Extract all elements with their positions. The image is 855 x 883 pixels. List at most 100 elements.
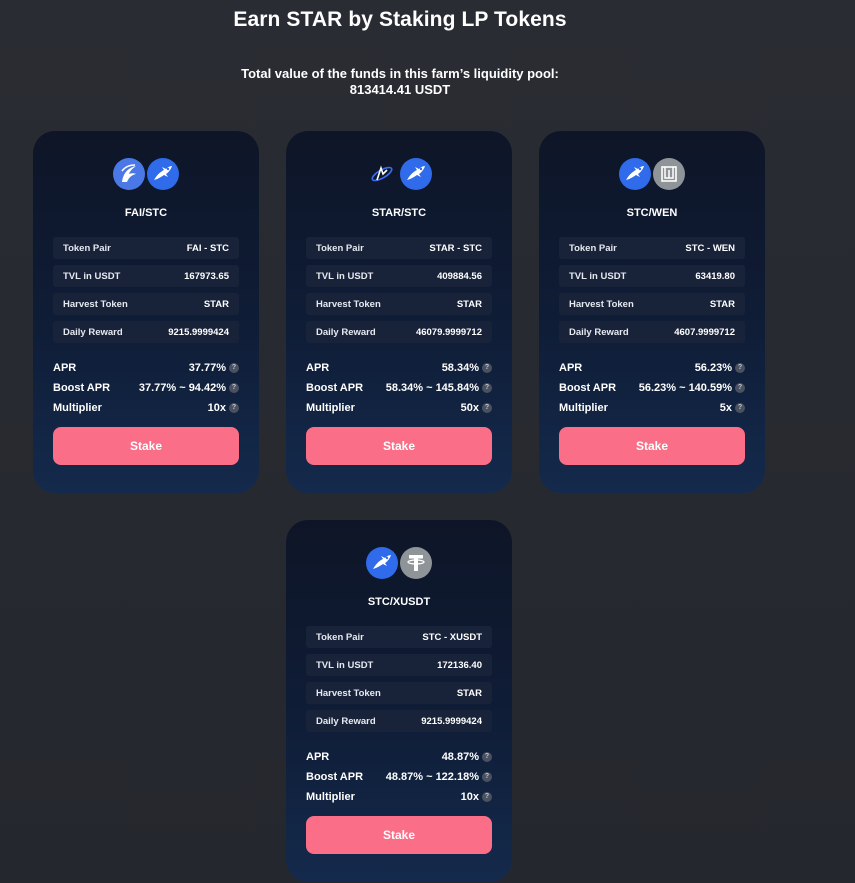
multiplier-value-group: 10x? bbox=[208, 402, 239, 414]
multiplier-value-group: 10x? bbox=[461, 791, 492, 803]
total-value-amount: 813414.41 USDT bbox=[349, 82, 451, 97]
total-value-label: Total value of the funds in this farm’s … bbox=[241, 66, 559, 81]
farm-card: STC/XUSDT Token Pair STC - XUSDT TVL in USD… bbox=[286, 520, 512, 882]
daily-reward-row: Daily Reward 46079.9999712 bbox=[306, 321, 492, 343]
help-icon[interactable]: ? bbox=[482, 792, 492, 802]
token-pair-row: Token Pair STC - XUSDT bbox=[306, 626, 492, 648]
harvest-token-value: STAR bbox=[203, 298, 229, 310]
token-pair-row: Token Pair STAR - STC bbox=[306, 237, 492, 259]
tvl-row: TVL in USDT 167973.65 bbox=[53, 265, 239, 287]
multiplier-label: Multiplier bbox=[306, 791, 355, 803]
farm-info-list: Token Pair FAI - STC TVL in USDT 167973.65 H… bbox=[53, 237, 239, 349]
help-icon[interactable]: ? bbox=[735, 383, 745, 393]
tvl-row: TVL in USDT 63419.80 bbox=[559, 265, 745, 287]
tvl-value: 63419.80 bbox=[695, 270, 735, 282]
daily-reward-value: 4607.9999712 bbox=[674, 326, 735, 338]
boost-apr-row: Boost APR 58.34% ~ 145.84%? bbox=[306, 378, 492, 398]
token-pair-value: STC - WEN bbox=[685, 242, 735, 254]
farm-info-list: Token Pair STAR - STC TVL in USDT 409884.56… bbox=[306, 237, 492, 349]
apr-value: 48.87% bbox=[441, 751, 479, 763]
multiplier-label: Multiplier bbox=[53, 402, 102, 414]
multiplier-row: Multiplier 50x? bbox=[306, 398, 492, 418]
farm-stats: APR 37.77%? Boost APR 37.77% ~ 94.42%? Multi… bbox=[53, 358, 239, 418]
daily-reward-row: Daily Reward 9215.9999424 bbox=[306, 710, 492, 732]
multiplier-value: 50x bbox=[460, 402, 479, 414]
harvest-token-label: Harvest Token bbox=[569, 298, 634, 310]
stc-token-icon bbox=[366, 158, 398, 190]
multiplier-row: Multiplier 5x? bbox=[559, 398, 745, 418]
star-token-icon bbox=[400, 158, 432, 190]
daily-reward-label: Daily Reward bbox=[316, 715, 376, 727]
star-token-icon bbox=[147, 158, 179, 190]
boost-apr-value-group: 58.34% ~ 145.84%? bbox=[386, 382, 492, 394]
apr-value-group: 48.87%? bbox=[442, 751, 492, 763]
farm-pair-name: FAI/STC bbox=[124, 207, 168, 219]
apr-value-group: 37.77%? bbox=[189, 362, 239, 374]
boost-apr-label: Boost APR bbox=[306, 382, 364, 394]
stake-button[interactable]: Stake bbox=[306, 427, 492, 465]
harvest-token-label: Harvest Token bbox=[63, 298, 128, 310]
help-icon[interactable]: ? bbox=[482, 403, 492, 413]
page-title: Earn STAR by Staking LP Tokens bbox=[233, 8, 567, 31]
boost-apr-value-group: 48.87% ~ 122.18%? bbox=[386, 771, 492, 783]
help-icon[interactable]: ? bbox=[482, 363, 492, 373]
token-icons bbox=[33, 158, 259, 190]
help-icon[interactable]: ? bbox=[735, 363, 745, 373]
boost-apr-value-group: 37.77% ~ 94.42%? bbox=[139, 382, 239, 394]
harvest-token-value: STAR bbox=[456, 687, 482, 699]
harvest-token-label: Harvest Token bbox=[316, 298, 381, 310]
total-value-summary: Total value of the funds in this farm’s … bbox=[200, 66, 600, 98]
boost-apr-label: Boost APR bbox=[306, 771, 364, 783]
boost-apr-label: Boost APR bbox=[53, 382, 111, 394]
help-icon[interactable]: ? bbox=[735, 403, 745, 413]
stake-button[interactable]: Stake bbox=[53, 427, 239, 465]
apr-label: APR bbox=[306, 751, 330, 763]
multiplier-row: Multiplier 10x? bbox=[306, 787, 492, 807]
help-icon[interactable]: ? bbox=[229, 363, 239, 373]
token-icons bbox=[539, 158, 765, 190]
token-pair-value: FAI - STC bbox=[186, 242, 229, 254]
help-icon[interactable]: ? bbox=[482, 752, 492, 762]
apr-label: APR bbox=[559, 362, 583, 374]
multiplier-value: 5x bbox=[719, 402, 732, 414]
daily-reward-label: Daily Reward bbox=[316, 326, 376, 338]
star-token-icon bbox=[366, 547, 398, 579]
token-pair-label: Token Pair bbox=[316, 242, 364, 254]
tvl-label: TVL in USDT bbox=[569, 270, 627, 282]
apr-value: 58.34% bbox=[441, 362, 479, 374]
token-pair-label: Token Pair bbox=[569, 242, 617, 254]
apr-row: APR 48.87%? bbox=[306, 747, 492, 767]
farm-info-list: Token Pair STC - WEN TVL in USDT 63419.80 Ha… bbox=[559, 237, 745, 349]
apr-value-group: 56.23%? bbox=[695, 362, 745, 374]
stake-button[interactable]: Stake bbox=[559, 427, 745, 465]
apr-label: APR bbox=[53, 362, 77, 374]
apr-label: APR bbox=[306, 362, 330, 374]
help-icon[interactable]: ? bbox=[482, 383, 492, 393]
farm-stats: APR 48.87%? Boost APR 48.87% ~ 122.18%? Mult… bbox=[306, 747, 492, 807]
apr-row: APR 58.34%? bbox=[306, 358, 492, 378]
daily-reward-label: Daily Reward bbox=[569, 326, 629, 338]
token-pair-label: Token Pair bbox=[316, 631, 364, 643]
boost-apr-value: 37.77% ~ 94.42% bbox=[138, 382, 226, 394]
token-pair-value: STAR - STC bbox=[429, 242, 482, 254]
harvest-token-row: Harvest Token STAR bbox=[53, 293, 239, 315]
harvest-token-row: Harvest Token STAR bbox=[306, 682, 492, 704]
harvest-token-value: STAR bbox=[456, 298, 482, 310]
help-icon[interactable]: ? bbox=[482, 772, 492, 782]
harvest-token-label: Harvest Token bbox=[316, 687, 381, 699]
stake-button[interactable]: Stake bbox=[306, 816, 492, 854]
token-pair-row: Token Pair FAI - STC bbox=[53, 237, 239, 259]
farm-stats: APR 58.34%? Boost APR 58.34% ~ 145.84%? Mult… bbox=[306, 358, 492, 418]
daily-reward-row: Daily Reward 4607.9999712 bbox=[559, 321, 745, 343]
token-icons bbox=[286, 547, 512, 579]
apr-row: APR 56.23%? bbox=[559, 358, 745, 378]
apr-value: 56.23% bbox=[694, 362, 732, 374]
help-icon[interactable]: ? bbox=[229, 383, 239, 393]
boost-apr-value-group: 56.23% ~ 140.59%? bbox=[639, 382, 745, 394]
help-icon[interactable]: ? bbox=[229, 403, 239, 413]
wen-token-icon bbox=[653, 158, 685, 190]
boost-apr-label: Boost APR bbox=[559, 382, 617, 394]
multiplier-label: Multiplier bbox=[559, 402, 608, 414]
tvl-value: 409884.56 bbox=[437, 270, 482, 282]
multiplier-label: Multiplier bbox=[306, 402, 355, 414]
